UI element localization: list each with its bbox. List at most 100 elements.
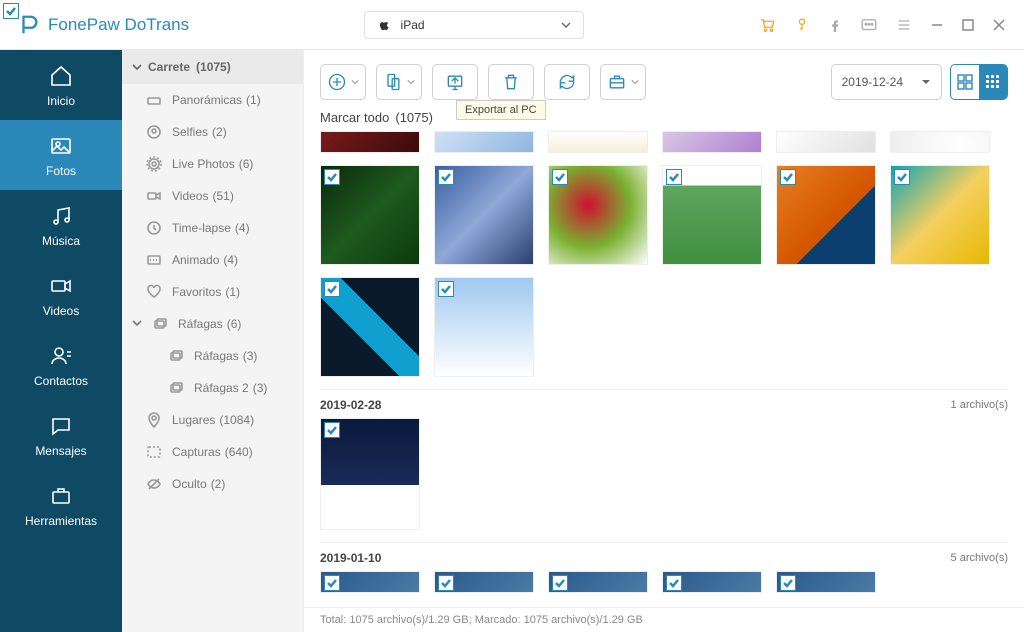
photo-thumb[interactable] (320, 418, 420, 530)
thumb-checkbox[interactable] (780, 575, 796, 591)
main-content: Exportar al PC 2019-12-24 Marcar todo(10… (304, 50, 1024, 632)
sidebar-item-musica[interactable]: Música (0, 190, 122, 260)
album-item[interactable]: Panorámicas(1) (122, 84, 303, 116)
app-name: FonePaw DoTrans (48, 15, 189, 35)
date-group-header[interactable]: 2019-01-10 5 archivo(s) (320, 542, 1008, 571)
export-tooltip: Exportar al PC (456, 100, 546, 120)
photo-thumb[interactable] (434, 165, 534, 265)
album-item[interactable]: Selfies(2) (122, 116, 303, 148)
photo-thumb[interactable] (434, 277, 534, 377)
grid-large-view[interactable] (951, 65, 979, 99)
sidebar-item-videos[interactable]: Videos (0, 260, 122, 330)
export-pc-button[interactable] (432, 64, 478, 100)
album-item[interactable]: Ráfagas 2(3) (122, 372, 303, 404)
feedback-icon[interactable] (860, 16, 878, 34)
thumb-checkbox[interactable] (324, 281, 340, 297)
photo-grid[interactable]: 2019-02-28 1 archivo(s) 2019-01-10 5 arc… (304, 131, 1024, 607)
album-item[interactable]: Videos(51) (122, 180, 303, 212)
thumb-checkbox[interactable] (666, 575, 682, 591)
device-name: iPad (401, 18, 425, 32)
photo-thumb[interactable] (662, 131, 762, 153)
menu-icon[interactable] (896, 17, 912, 33)
sidebar-item-inicio[interactable]: Inicio (0, 50, 122, 120)
thumb-checkbox[interactable] (438, 575, 454, 591)
album-item[interactable]: Oculto(2) (122, 468, 303, 500)
album-type-icon (146, 444, 162, 460)
refresh-button[interactable] (544, 64, 590, 100)
photo-thumb[interactable] (890, 131, 990, 153)
thumb-checkbox[interactable] (438, 169, 454, 185)
close-icon[interactable] (992, 18, 1006, 32)
photo-thumb[interactable] (662, 571, 762, 593)
album-item[interactable]: Capturas(640) (122, 436, 303, 468)
photo-thumb[interactable] (434, 131, 534, 153)
album-type-icon (146, 284, 162, 300)
album-sidebar: Carrete (1075) Panorámicas(1)Selfies(2)L… (122, 50, 304, 632)
thumb-checkbox[interactable] (552, 169, 568, 185)
home-icon (49, 64, 73, 88)
triangle-down-icon (921, 77, 931, 87)
toolbox-button[interactable] (600, 64, 646, 100)
chevron-down-icon (132, 62, 142, 72)
photo-thumb[interactable] (320, 277, 420, 377)
album-item[interactable]: Ráfagas(6) (122, 308, 303, 340)
album-type-icon (146, 220, 162, 236)
device-selector[interactable]: iPad (364, 11, 584, 39)
thumb-checkbox[interactable] (324, 575, 340, 591)
date-filter[interactable]: 2019-12-24 (831, 64, 942, 100)
album-type-icon (146, 188, 162, 204)
status-bar: Total: 1075 archivo(s)/1.29 GB; Marcado:… (304, 607, 1024, 632)
thumb-checkbox[interactable] (438, 281, 454, 297)
sidebar-item-contactos[interactable]: Contactos (0, 330, 122, 400)
title-bar: FonePaw DoTrans iPad (0, 0, 1024, 50)
transfer-device-button[interactable] (376, 64, 422, 100)
minimize-icon[interactable] (930, 18, 944, 32)
photo-thumb[interactable] (776, 571, 876, 593)
apple-icon (377, 18, 391, 32)
thumb-checkbox[interactable] (780, 169, 796, 185)
photo-thumb[interactable] (776, 131, 876, 153)
video-icon (49, 274, 73, 298)
photo-thumb[interactable] (320, 165, 420, 265)
thumb-checkbox[interactable] (894, 169, 910, 185)
sidebar-item-mensajes[interactable]: Mensajes (0, 400, 122, 470)
key-icon[interactable] (794, 17, 810, 33)
photo-thumb[interactable] (434, 571, 534, 593)
app-logo: FonePaw DoTrans (18, 14, 189, 36)
album-item[interactable]: Live Photos(6) (122, 148, 303, 180)
photo-thumb[interactable] (320, 131, 420, 153)
toolbar: Exportar al PC 2019-12-24 (304, 50, 1024, 110)
messages-icon (49, 414, 73, 438)
album-item[interactable]: Favoritos(1) (122, 276, 303, 308)
chevron-down-icon (132, 317, 142, 331)
photo-icon (49, 134, 73, 158)
album-item[interactable]: Lugares(1084) (122, 404, 303, 436)
thumb-checkbox[interactable] (324, 422, 340, 438)
add-button[interactable] (320, 64, 366, 100)
sidebar-item-fotos[interactable]: Fotos (0, 120, 122, 190)
photo-thumb[interactable] (548, 131, 648, 153)
photo-thumb[interactable] (320, 571, 420, 593)
thumb-checkbox[interactable] (666, 169, 682, 185)
album-item[interactable]: Time-lapse(4) (122, 212, 303, 244)
cart-icon[interactable] (758, 16, 776, 34)
thumb-checkbox[interactable] (324, 169, 340, 185)
select-all-row[interactable]: Marcar todo(1075) (304, 110, 1024, 131)
photo-thumb[interactable] (890, 165, 990, 265)
date-group-header[interactable]: 2019-02-28 1 archivo(s) (320, 389, 1008, 418)
album-item[interactable]: Ráfagas(3) (122, 340, 303, 372)
photo-thumb[interactable] (776, 165, 876, 265)
grid-small-view[interactable] (979, 65, 1007, 99)
album-header[interactable]: Carrete (1075) (122, 50, 303, 84)
photo-thumb[interactable] (662, 165, 762, 265)
sidebar-item-herramientas[interactable]: Herramientas (0, 470, 122, 540)
album-item[interactable]: Animado(4) (122, 244, 303, 276)
chevron-down-icon (561, 20, 571, 30)
photo-thumb[interactable] (548, 571, 648, 593)
maximize-icon[interactable] (962, 19, 974, 31)
photo-thumb[interactable] (548, 165, 648, 265)
view-toggle (950, 64, 1008, 100)
facebook-icon[interactable] (828, 18, 842, 32)
delete-button[interactable] (488, 64, 534, 100)
thumb-checkbox[interactable] (552, 575, 568, 591)
